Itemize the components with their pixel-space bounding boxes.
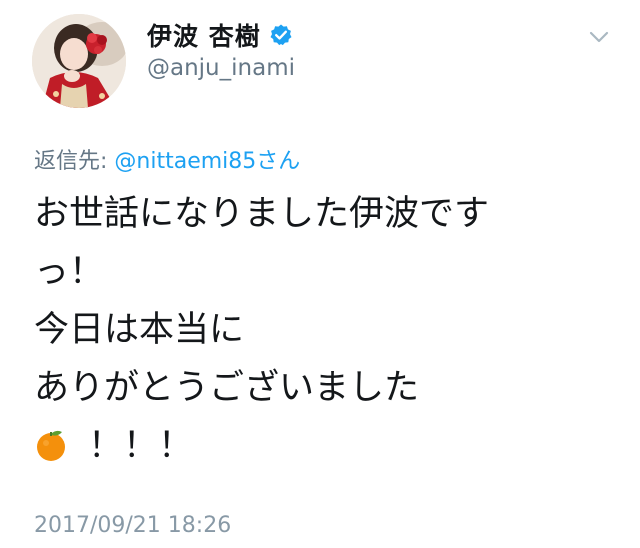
verified-badge-icon — [269, 23, 293, 47]
chevron-down-icon[interactable] — [586, 24, 612, 50]
tweet-card: 伊波 杏樹 @anju_inami 返信先: @nittaemi85さん お世話… — [0, 0, 640, 548]
name-row: 伊波 杏樹 — [147, 18, 293, 52]
tweet-text: お世話になりました伊波です っ！ 今日は本当に ありがとうございました ！！！ — [34, 185, 614, 475]
user-handle[interactable]: @anju_inami — [147, 55, 295, 81]
reply-mention-link[interactable]: @nittaemi85さん — [114, 149, 300, 174]
tweet-line: お世話になりました伊波です — [34, 194, 490, 234]
avatar[interactable] — [32, 14, 126, 108]
tweet-timestamp[interactable]: 2017/09/21 18:26 — [34, 513, 231, 538]
tweet-exclamations: ！！！ — [88, 426, 194, 466]
tweet-line: っ！ — [34, 252, 105, 292]
tweet-line: ありがとうございました — [34, 368, 420, 408]
reply-prefix: 返信先: — [34, 149, 115, 174]
avatar-image — [32, 14, 126, 108]
tweet-line-last: ！！！ — [34, 417, 614, 475]
tweet-line: 今日は本当に — [34, 310, 245, 350]
tangerine-emoji — [34, 422, 68, 461]
display-name[interactable]: 伊波 杏樹 — [147, 17, 261, 53]
reply-to: 返信先: @nittaemi85さん — [34, 143, 300, 175]
